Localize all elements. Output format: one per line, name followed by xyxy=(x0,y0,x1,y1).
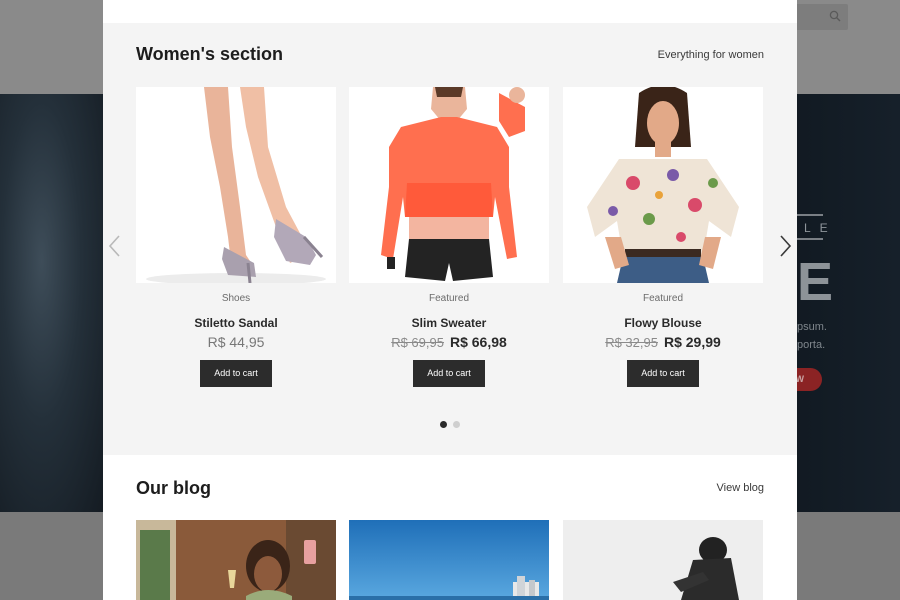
product-name[interactable]: Slim Sweater xyxy=(349,316,549,331)
product-image[interactable] xyxy=(136,87,336,283)
product-name[interactable]: Stiletto Sandal xyxy=(136,316,336,331)
stiletto-sandal-photo-icon xyxy=(136,87,336,283)
sale-price: R$ 66,98 xyxy=(449,334,507,350)
product-price: R$ 44,95 xyxy=(136,334,336,353)
product-image[interactable] xyxy=(349,87,549,283)
flowy-blouse-photo-icon xyxy=(563,87,763,283)
background-divider xyxy=(797,214,823,216)
blog-post-thumbnail[interactable] xyxy=(136,520,336,600)
product-price: R$ 69,95 R$ 66,98 xyxy=(349,334,549,353)
product-name[interactable]: Flowy Blouse xyxy=(563,316,763,331)
view-blog-link[interactable]: View blog xyxy=(717,482,765,494)
slim-sweater-photo-icon xyxy=(349,87,549,283)
blog-section-title: Our blog xyxy=(136,478,211,498)
product-card: Featured Slim Sweater R$ 69,95 R$ 66,98 A… xyxy=(349,87,549,387)
background-divider xyxy=(797,238,823,240)
product-category: Featured xyxy=(428,293,470,304)
blog-post-thumbnail[interactable] xyxy=(563,520,763,600)
carousel-next-arrow-icon[interactable] xyxy=(776,233,794,259)
background-hero-text: psum. xyxy=(797,321,827,333)
motorcycle-rider-photo-icon xyxy=(563,520,763,600)
sale-price: R$ 29,99 xyxy=(663,334,721,350)
quickview-modal: Women's section Everything for women Sho… xyxy=(103,0,797,600)
womens-section-title: Women's section xyxy=(136,44,283,64)
everything-for-women-link[interactable]: Everything for women xyxy=(658,49,764,61)
carousel-prev-arrow-icon[interactable] xyxy=(106,233,124,259)
add-to-cart-button[interactable]: Add to cart xyxy=(413,360,485,387)
add-to-cart-button[interactable]: Add to cart xyxy=(627,360,699,387)
background-hero-image xyxy=(0,94,104,512)
product-image[interactable] xyxy=(563,87,763,283)
search-icon xyxy=(829,10,841,22)
original-price: R$ 69,95 xyxy=(391,335,444,350)
product-card: Featured Flowy Blouse R$ 32,95 R$ 29,99 A… xyxy=(563,87,763,387)
product-category: Shoes xyxy=(221,293,251,304)
carousel-dot-active[interactable] xyxy=(440,421,447,428)
current-price: R$ 44,95 xyxy=(207,334,265,350)
product-price: R$ 32,95 R$ 29,99 xyxy=(563,334,763,353)
background-hero-text: porta. xyxy=(797,339,826,351)
blog-post-thumbnail[interactable] xyxy=(349,520,549,600)
background-hero-heading: E xyxy=(797,252,834,312)
background-hero-letters: L E xyxy=(804,221,831,235)
product-card: Shoes Stiletto Sandal R$ 44,95 Add to ca… xyxy=(136,87,336,387)
original-price: R$ 32,95 xyxy=(605,335,658,350)
sea-skyline-photo-icon xyxy=(349,520,549,600)
womens-section: Women's section Everything for women Sho… xyxy=(103,23,797,455)
add-to-cart-button[interactable]: Add to cart xyxy=(200,360,272,387)
carousel-dot[interactable] xyxy=(453,421,460,428)
product-category: Featured xyxy=(642,293,684,304)
woman-selfie-photo-icon xyxy=(136,520,336,600)
